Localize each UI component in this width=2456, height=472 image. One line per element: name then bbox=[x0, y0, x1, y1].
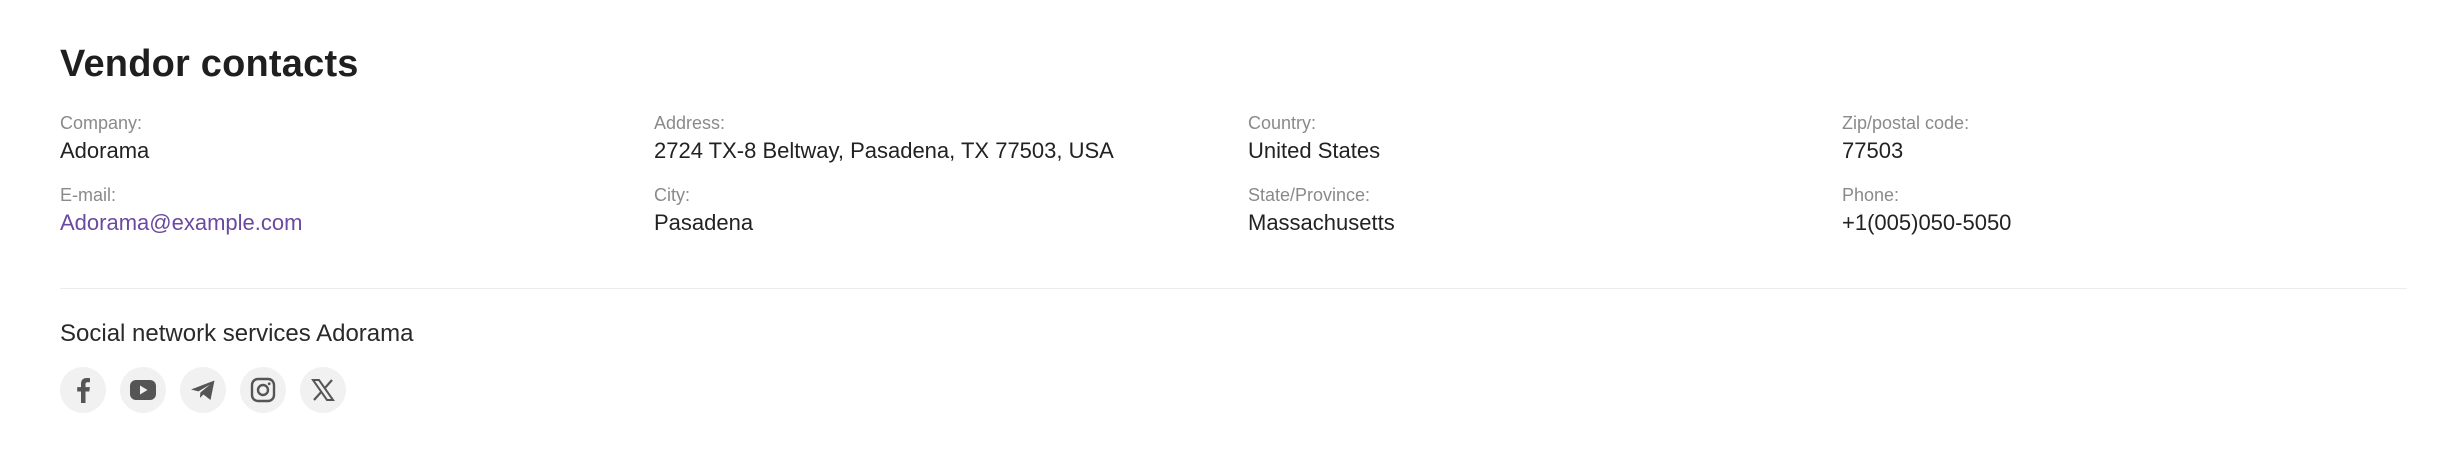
state-label: State/Province: bbox=[1248, 185, 1371, 205]
email-field: E-mail: Adorama@example.com bbox=[60, 184, 654, 238]
city-label: City: bbox=[654, 185, 690, 205]
youtube-icon bbox=[129, 379, 157, 401]
address-value: 2724 TX-8 Beltway, Pasadena, TX 77503, U… bbox=[654, 138, 1114, 163]
instagram-icon bbox=[250, 377, 276, 403]
company-field: Company: Adorama bbox=[60, 112, 654, 166]
section-divider bbox=[60, 288, 2407, 289]
city-field: City: Pasadena bbox=[654, 184, 1248, 238]
instagram-button[interactable] bbox=[240, 367, 286, 413]
x-button[interactable] bbox=[300, 367, 346, 413]
page-title: Vendor contacts bbox=[60, 43, 359, 85]
phone-value: +1(005)050-5050 bbox=[1842, 210, 2012, 235]
youtube-button[interactable] bbox=[120, 367, 166, 413]
address-label: Address: bbox=[654, 113, 726, 133]
email-label: E-mail: bbox=[60, 185, 117, 205]
city-value: Pasadena bbox=[654, 210, 754, 235]
contact-details-grid: Company: Adorama Address: 2724 TX-8 Belt… bbox=[60, 112, 2396, 238]
company-label: Company: bbox=[60, 113, 143, 133]
email-link[interactable]: Adorama@example.com bbox=[60, 208, 654, 238]
social-title: Social network services Adorama bbox=[60, 320, 414, 347]
state-value: Massachusetts bbox=[1248, 210, 1395, 235]
x-icon bbox=[311, 378, 335, 402]
phone-label: Phone: bbox=[1842, 185, 1900, 205]
facebook-button[interactable] bbox=[60, 367, 106, 413]
zip-value: 77503 bbox=[1842, 138, 1904, 163]
vendor-contacts-section: Vendor contacts Company: Adorama Address… bbox=[0, 0, 2456, 472]
zip-field: Zip/postal code: 77503 bbox=[1842, 112, 2396, 166]
country-label: Country: bbox=[1248, 113, 1317, 133]
zip-label: Zip/postal code: bbox=[1842, 113, 1970, 133]
facebook-icon bbox=[73, 377, 93, 403]
country-value: United States bbox=[1248, 138, 1381, 163]
country-field: Country: United States bbox=[1248, 112, 1842, 166]
phone-field: Phone: +1(005)050-5050 bbox=[1842, 184, 2396, 238]
company-value: Adorama bbox=[60, 138, 150, 163]
social-links bbox=[60, 367, 2396, 413]
telegram-button[interactable] bbox=[180, 367, 226, 413]
state-field: State/Province: Massachusetts bbox=[1248, 184, 1842, 238]
telegram-icon bbox=[189, 377, 217, 403]
address-field: Address: 2724 TX-8 Beltway, Pasadena, TX… bbox=[654, 112, 1248, 166]
